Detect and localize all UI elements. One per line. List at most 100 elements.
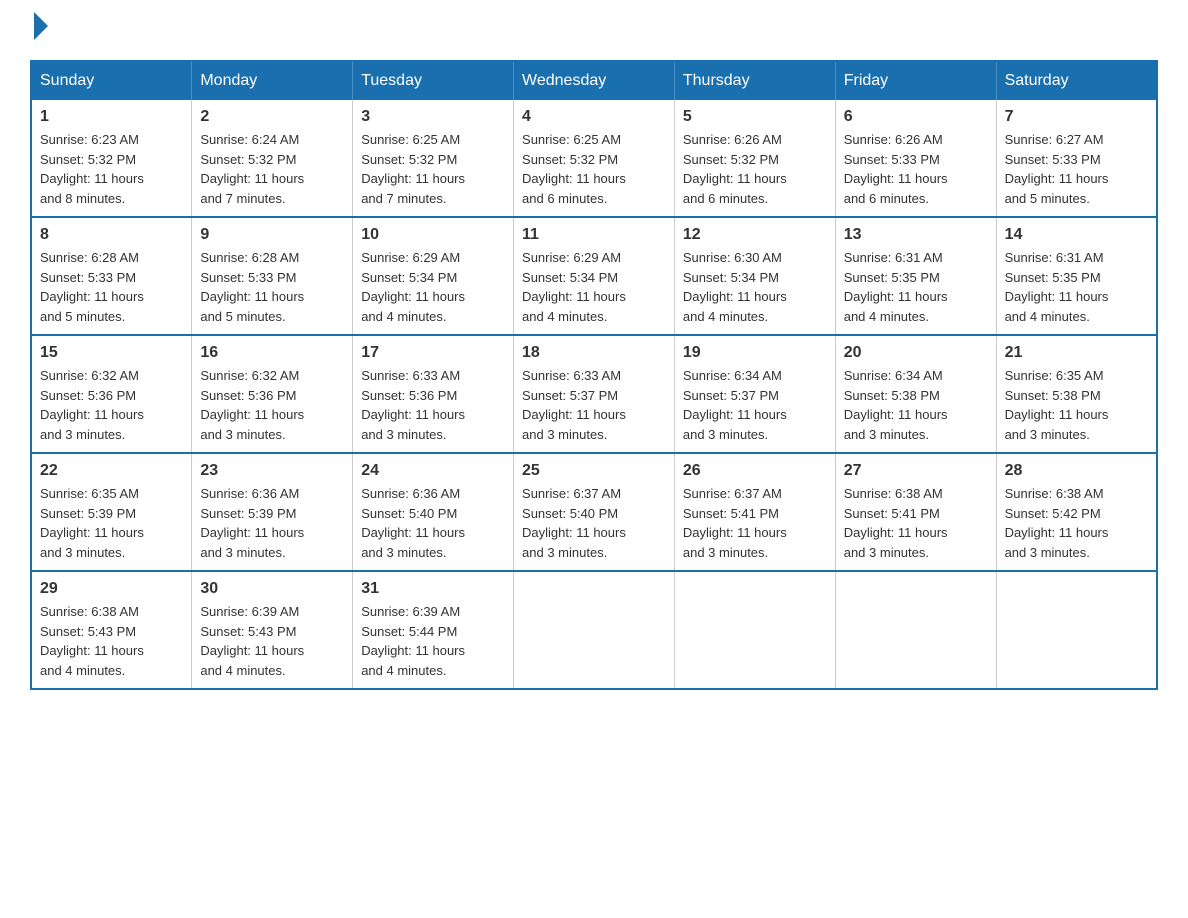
- day-info: Sunrise: 6:32 AMSunset: 5:36 PMDaylight:…: [200, 366, 344, 444]
- day-info: Sunrise: 6:38 AMSunset: 5:41 PMDaylight:…: [844, 484, 988, 562]
- day-info: Sunrise: 6:38 AMSunset: 5:42 PMDaylight:…: [1005, 484, 1148, 562]
- day-number: 15: [40, 344, 183, 362]
- day-number: 25: [522, 462, 666, 480]
- day-number: 31: [361, 580, 505, 598]
- calendar-cell: 8 Sunrise: 6:28 AMSunset: 5:33 PMDayligh…: [31, 217, 192, 335]
- logo: [30, 20, 48, 40]
- day-info: Sunrise: 6:35 AMSunset: 5:39 PMDaylight:…: [40, 484, 183, 562]
- day-info: Sunrise: 6:36 AMSunset: 5:40 PMDaylight:…: [361, 484, 505, 562]
- day-number: 20: [844, 344, 988, 362]
- calendar-cell: 29 Sunrise: 6:38 AMSunset: 5:43 PMDaylig…: [31, 571, 192, 689]
- calendar-week-row: 29 Sunrise: 6:38 AMSunset: 5:43 PMDaylig…: [31, 571, 1157, 689]
- calendar-cell: 25 Sunrise: 6:37 AMSunset: 5:40 PMDaylig…: [514, 453, 675, 571]
- calendar-cell: 17 Sunrise: 6:33 AMSunset: 5:36 PMDaylig…: [353, 335, 514, 453]
- calendar-table: SundayMondayTuesdayWednesdayThursdayFrid…: [30, 60, 1158, 690]
- day-number: 10: [361, 226, 505, 244]
- day-info: Sunrise: 6:37 AMSunset: 5:40 PMDaylight:…: [522, 484, 666, 562]
- day-info: Sunrise: 6:38 AMSunset: 5:43 PMDaylight:…: [40, 602, 183, 680]
- day-number: 12: [683, 226, 827, 244]
- day-number: 2: [200, 108, 344, 126]
- day-info: Sunrise: 6:39 AMSunset: 5:44 PMDaylight:…: [361, 602, 505, 680]
- day-info: Sunrise: 6:35 AMSunset: 5:38 PMDaylight:…: [1005, 366, 1148, 444]
- calendar-cell: 9 Sunrise: 6:28 AMSunset: 5:33 PMDayligh…: [192, 217, 353, 335]
- calendar-cell: 12 Sunrise: 6:30 AMSunset: 5:34 PMDaylig…: [674, 217, 835, 335]
- calendar-cell: 10 Sunrise: 6:29 AMSunset: 5:34 PMDaylig…: [353, 217, 514, 335]
- calendar-cell: 19 Sunrise: 6:34 AMSunset: 5:37 PMDaylig…: [674, 335, 835, 453]
- day-info: Sunrise: 6:31 AMSunset: 5:35 PMDaylight:…: [1005, 248, 1148, 326]
- calendar-cell: 18 Sunrise: 6:33 AMSunset: 5:37 PMDaylig…: [514, 335, 675, 453]
- day-info: Sunrise: 6:36 AMSunset: 5:39 PMDaylight:…: [200, 484, 344, 562]
- col-header-saturday: Saturday: [996, 61, 1157, 100]
- calendar-cell: [514, 571, 675, 689]
- day-number: 18: [522, 344, 666, 362]
- day-info: Sunrise: 6:25 AMSunset: 5:32 PMDaylight:…: [522, 130, 666, 208]
- day-info: Sunrise: 6:34 AMSunset: 5:38 PMDaylight:…: [844, 366, 988, 444]
- day-number: 8: [40, 226, 183, 244]
- day-info: Sunrise: 6:39 AMSunset: 5:43 PMDaylight:…: [200, 602, 344, 680]
- calendar-cell: 28 Sunrise: 6:38 AMSunset: 5:42 PMDaylig…: [996, 453, 1157, 571]
- calendar-cell: 2 Sunrise: 6:24 AMSunset: 5:32 PMDayligh…: [192, 100, 353, 217]
- day-info: Sunrise: 6:30 AMSunset: 5:34 PMDaylight:…: [683, 248, 827, 326]
- day-number: 16: [200, 344, 344, 362]
- col-header-friday: Friday: [835, 61, 996, 100]
- calendar-cell: 1 Sunrise: 6:23 AMSunset: 5:32 PMDayligh…: [31, 100, 192, 217]
- day-info: Sunrise: 6:28 AMSunset: 5:33 PMDaylight:…: [40, 248, 183, 326]
- calendar-week-row: 8 Sunrise: 6:28 AMSunset: 5:33 PMDayligh…: [31, 217, 1157, 335]
- calendar-cell: 13 Sunrise: 6:31 AMSunset: 5:35 PMDaylig…: [835, 217, 996, 335]
- calendar-cell: 7 Sunrise: 6:27 AMSunset: 5:33 PMDayligh…: [996, 100, 1157, 217]
- day-number: 4: [522, 108, 666, 126]
- calendar-cell: 5 Sunrise: 6:26 AMSunset: 5:32 PMDayligh…: [674, 100, 835, 217]
- calendar-cell: 16 Sunrise: 6:32 AMSunset: 5:36 PMDaylig…: [192, 335, 353, 453]
- col-header-sunday: Sunday: [31, 61, 192, 100]
- day-info: Sunrise: 6:33 AMSunset: 5:36 PMDaylight:…: [361, 366, 505, 444]
- day-info: Sunrise: 6:24 AMSunset: 5:32 PMDaylight:…: [200, 130, 344, 208]
- calendar-cell: 3 Sunrise: 6:25 AMSunset: 5:32 PMDayligh…: [353, 100, 514, 217]
- calendar-cell: [674, 571, 835, 689]
- day-info: Sunrise: 6:31 AMSunset: 5:35 PMDaylight:…: [844, 248, 988, 326]
- day-info: Sunrise: 6:26 AMSunset: 5:32 PMDaylight:…: [683, 130, 827, 208]
- day-info: Sunrise: 6:29 AMSunset: 5:34 PMDaylight:…: [522, 248, 666, 326]
- day-info: Sunrise: 6:27 AMSunset: 5:33 PMDaylight:…: [1005, 130, 1148, 208]
- day-number: 7: [1005, 108, 1148, 126]
- calendar-cell: 4 Sunrise: 6:25 AMSunset: 5:32 PMDayligh…: [514, 100, 675, 217]
- calendar-cell: 31 Sunrise: 6:39 AMSunset: 5:44 PMDaylig…: [353, 571, 514, 689]
- calendar-week-row: 1 Sunrise: 6:23 AMSunset: 5:32 PMDayligh…: [31, 100, 1157, 217]
- day-number: 6: [844, 108, 988, 126]
- day-info: Sunrise: 6:32 AMSunset: 5:36 PMDaylight:…: [40, 366, 183, 444]
- col-header-tuesday: Tuesday: [353, 61, 514, 100]
- day-number: 13: [844, 226, 988, 244]
- day-info: Sunrise: 6:33 AMSunset: 5:37 PMDaylight:…: [522, 366, 666, 444]
- day-number: 29: [40, 580, 183, 598]
- day-info: Sunrise: 6:26 AMSunset: 5:33 PMDaylight:…: [844, 130, 988, 208]
- day-number: 30: [200, 580, 344, 598]
- day-info: Sunrise: 6:29 AMSunset: 5:34 PMDaylight:…: [361, 248, 505, 326]
- calendar-cell: 26 Sunrise: 6:37 AMSunset: 5:41 PMDaylig…: [674, 453, 835, 571]
- day-info: Sunrise: 6:34 AMSunset: 5:37 PMDaylight:…: [683, 366, 827, 444]
- day-number: 22: [40, 462, 183, 480]
- calendar-cell: 21 Sunrise: 6:35 AMSunset: 5:38 PMDaylig…: [996, 335, 1157, 453]
- calendar-cell: [996, 571, 1157, 689]
- calendar-week-row: 15 Sunrise: 6:32 AMSunset: 5:36 PMDaylig…: [31, 335, 1157, 453]
- calendar-week-row: 22 Sunrise: 6:35 AMSunset: 5:39 PMDaylig…: [31, 453, 1157, 571]
- calendar-cell: 27 Sunrise: 6:38 AMSunset: 5:41 PMDaylig…: [835, 453, 996, 571]
- day-number: 5: [683, 108, 827, 126]
- day-info: Sunrise: 6:28 AMSunset: 5:33 PMDaylight:…: [200, 248, 344, 326]
- logo-triangle-icon: [34, 12, 48, 40]
- calendar-cell: 23 Sunrise: 6:36 AMSunset: 5:39 PMDaylig…: [192, 453, 353, 571]
- col-header-wednesday: Wednesday: [514, 61, 675, 100]
- col-header-monday: Monday: [192, 61, 353, 100]
- calendar-cell: 14 Sunrise: 6:31 AMSunset: 5:35 PMDaylig…: [996, 217, 1157, 335]
- calendar-cell: 15 Sunrise: 6:32 AMSunset: 5:36 PMDaylig…: [31, 335, 192, 453]
- calendar-cell: 11 Sunrise: 6:29 AMSunset: 5:34 PMDaylig…: [514, 217, 675, 335]
- day-number: 11: [522, 226, 666, 244]
- day-number: 19: [683, 344, 827, 362]
- day-number: 3: [361, 108, 505, 126]
- calendar-cell: 20 Sunrise: 6:34 AMSunset: 5:38 PMDaylig…: [835, 335, 996, 453]
- calendar-cell: 6 Sunrise: 6:26 AMSunset: 5:33 PMDayligh…: [835, 100, 996, 217]
- day-number: 27: [844, 462, 988, 480]
- page-header: [30, 20, 1158, 40]
- day-number: 14: [1005, 226, 1148, 244]
- day-number: 21: [1005, 344, 1148, 362]
- day-number: 1: [40, 108, 183, 126]
- col-header-thursday: Thursday: [674, 61, 835, 100]
